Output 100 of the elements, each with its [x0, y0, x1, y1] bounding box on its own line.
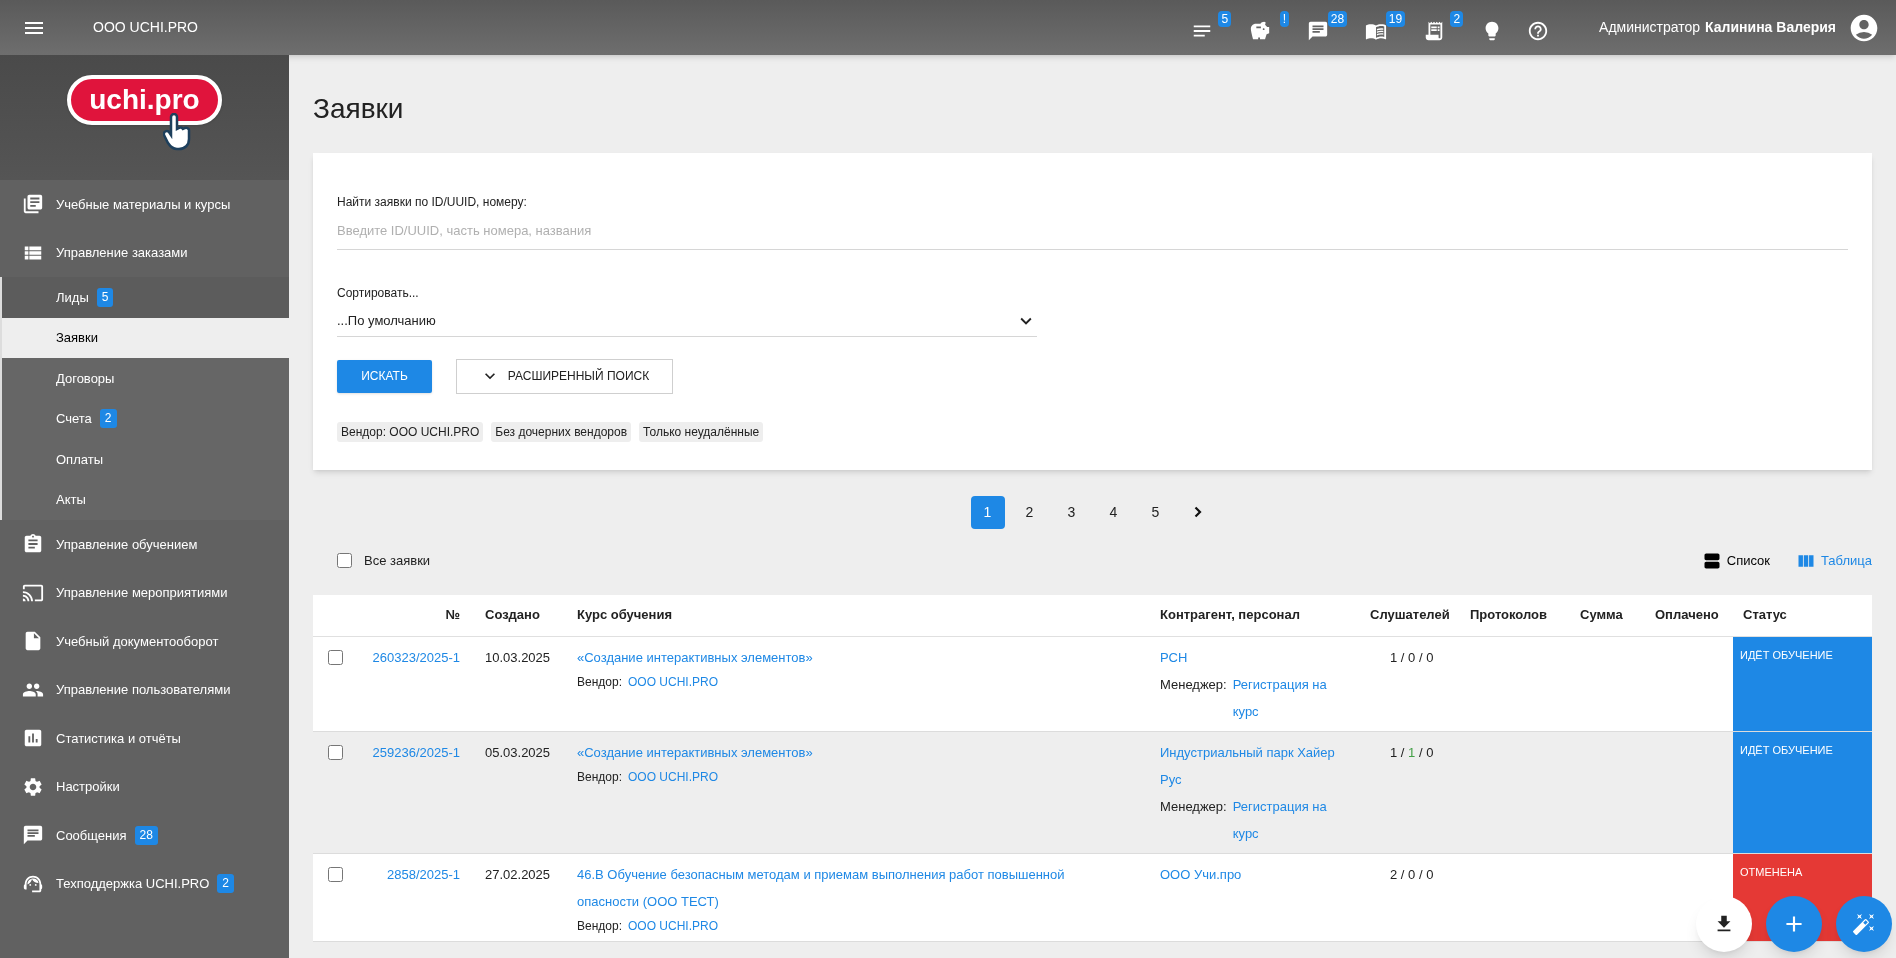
listeners-count: 2 / 0 / 0 — [1390, 866, 1434, 882]
help-icon — [1527, 19, 1550, 42]
submenu-item[interactable]: Акты — [2, 479, 289, 520]
submenu-item[interactable]: Лиды 5 — [2, 277, 289, 318]
books-icon — [22, 193, 44, 216]
row-checkbox[interactable] — [328, 744, 343, 760]
column-header: Протоколов — [1469, 606, 1548, 625]
order-number-link[interactable]: 2858/2025-1 — [387, 866, 460, 882]
vendor-link[interactable]: ООО UCHI.PRO — [628, 916, 718, 935]
manager-link[interactable]: Регистрация на курс — [1232, 792, 1348, 847]
view-toggle[interactable]: Таблица — [1796, 550, 1872, 571]
page-button[interactable]: 4 — [1096, 495, 1131, 529]
column-header: Сумма — [1579, 606, 1624, 625]
field-label: Сортировать... — [337, 284, 420, 302]
submenu-item[interactable]: Договоры — [2, 358, 289, 399]
filter-chip: Вендор: ООО UCHI.PRO — [337, 421, 484, 442]
contractor-link[interactable]: РСН — [1160, 643, 1348, 671]
course-link[interactable]: «Создание интерактивных элементов» — [577, 738, 1130, 766]
column-header: Оплачено — [1654, 606, 1720, 625]
column-header: Контрагент, персонал — [1159, 606, 1301, 625]
view-toggle[interactable]: Список — [1701, 550, 1770, 571]
column-header: Статус — [1742, 606, 1788, 625]
sidebar-item[interactable]: Техподдержка UCHI.PRO 2 — [0, 859, 289, 908]
settings-icon — [22, 775, 44, 798]
sidebar-item[interactable]: Управление мероприятиями — [0, 568, 289, 617]
piggy-bank-icon — [1249, 19, 1272, 42]
row-checkbox[interactable] — [328, 649, 343, 665]
logo-text: uchi.pro — [89, 86, 200, 114]
listeners-count: 1 / 1 / 0 — [1390, 744, 1434, 760]
column-header: Курс обучения — [576, 606, 673, 625]
manager-label: Менеджер: — [1160, 675, 1227, 694]
listeners-count: 1 / 0 / 0 — [1390, 649, 1434, 665]
filter-chip: Только неудалённые — [639, 421, 764, 442]
toolbar-button[interactable]: 28 — [1307, 10, 1348, 45]
count-badge: 2 — [217, 874, 235, 894]
sidebar-item[interactable]: Учебные материалы и курсы — [0, 180, 289, 229]
page-button[interactable]: 3 — [1054, 495, 1089, 529]
page-button[interactable]: 1 — [970, 495, 1005, 529]
notification-badge: 5 — [1218, 10, 1232, 27]
search-button[interactable]: ИСКАТЬ — [337, 359, 432, 393]
status-cell: ИДЁТ ОБУЧЕНИЕ — [1733, 636, 1872, 731]
table-cell: 27.02.2025 — [485, 866, 551, 882]
column-header: № — [445, 606, 461, 625]
page-button[interactable]: 2 — [1012, 495, 1047, 529]
sidebar-item[interactable]: Статистика и отчёты — [0, 714, 289, 763]
notification-badge: 19 — [1385, 10, 1406, 27]
sidebar-item[interactable]: Настройки — [0, 762, 289, 811]
table-cell: 05.03.2025 — [485, 744, 551, 760]
manager-link[interactable]: Регистрация на курс — [1232, 670, 1348, 725]
sidebar-item[interactable]: Управление заказами — [0, 228, 289, 277]
organization-name: ООО UCHI.PRO — [93, 18, 198, 37]
notification-badge: 2 — [1450, 10, 1464, 27]
contractor-link[interactable]: ООО Учи.про — [1160, 860, 1348, 888]
toolbar-button[interactable]: 2 — [1423, 10, 1464, 45]
manager-label: Менеджер: — [1160, 797, 1227, 816]
count-badge: 28 — [134, 825, 158, 845]
sidebar-item[interactable]: Управление обучением — [0, 520, 289, 569]
vendor-link[interactable]: ООО UCHI.PRO — [628, 767, 718, 786]
select-all-checkbox[interactable] — [337, 553, 352, 568]
notification-badge: 28 — [1327, 10, 1348, 27]
status-cell: ИДЁТ ОБУЧЕНИЕ — [1733, 731, 1872, 853]
toolbar-button[interactable]: 5 — [1191, 10, 1232, 45]
magic-wand-button[interactable] — [1836, 896, 1892, 952]
vendor-label: Вендор: — [577, 768, 622, 786]
table-cell: 10.03.2025 — [485, 649, 551, 665]
count-badge: 2 — [99, 409, 117, 429]
chat-icon — [1307, 19, 1330, 42]
search-field[interactable]: Введите ID/UUID, часть номера, названия — [337, 221, 1848, 250]
course-link[interactable]: 46.В Обучение безопасным методам и приемам выполнения работ повышенной опасности (ООО ТЕСТ) — [577, 860, 1130, 915]
chevron-right-icon — [1193, 506, 1202, 518]
user-role: Администратор — [1599, 18, 1701, 37]
vendor-label: Вендор: — [577, 917, 622, 935]
user-name: Калинина Валерия — [1705, 18, 1836, 37]
page-button[interactable]: 5 — [1138, 495, 1173, 529]
contractor-link[interactable]: Индустриальный парк Хайер Рус — [1160, 738, 1348, 793]
count-badge: 5 — [96, 287, 114, 307]
submenu-item[interactable]: Счета 2 — [2, 398, 289, 439]
sort-dropdown[interactable]: ...По умолчанию — [337, 309, 1037, 337]
vendor-label: Вендор: — [577, 673, 622, 691]
column-header: Создано — [484, 606, 541, 625]
filter-chip: Без дочерних вендоров — [491, 421, 632, 442]
select-all-label: Все заявки — [364, 551, 431, 570]
vendor-link[interactable]: ООО UCHI.PRO — [628, 672, 718, 691]
row-checkbox[interactable] — [328, 866, 343, 882]
order-number-link[interactable]: 260323/2025-1 — [372, 649, 460, 665]
toolbar-button[interactable]: 19 — [1365, 10, 1406, 45]
toolbar-button[interactable]: ! — [1249, 10, 1290, 45]
course-link[interactable]: «Создание интерактивных элементов» — [577, 643, 1130, 671]
column-header: Слушателей — [1369, 606, 1451, 625]
page-title: Заявки — [313, 92, 405, 126]
advanced-search-button[interactable]: РАСШИРЕННЫЙ ПОИСК — [456, 358, 673, 394]
magic-wand-icon — [1852, 912, 1876, 936]
order-number-link[interactable]: 259236/2025-1 — [372, 744, 460, 760]
sidebar-item[interactable]: Учебный документооборот — [0, 617, 289, 666]
submenu-item[interactable]: Оплаты — [2, 439, 289, 480]
submenu-item[interactable]: Заявки — [2, 317, 289, 358]
notification-badge: ! — [1279, 10, 1290, 27]
field-label: Найти заявки по ID/UUID, номеру: — [337, 194, 528, 211]
sidebar-item[interactable]: Управление пользователями — [0, 665, 289, 714]
sidebar-item[interactable]: Сообщения 28 — [0, 811, 289, 860]
